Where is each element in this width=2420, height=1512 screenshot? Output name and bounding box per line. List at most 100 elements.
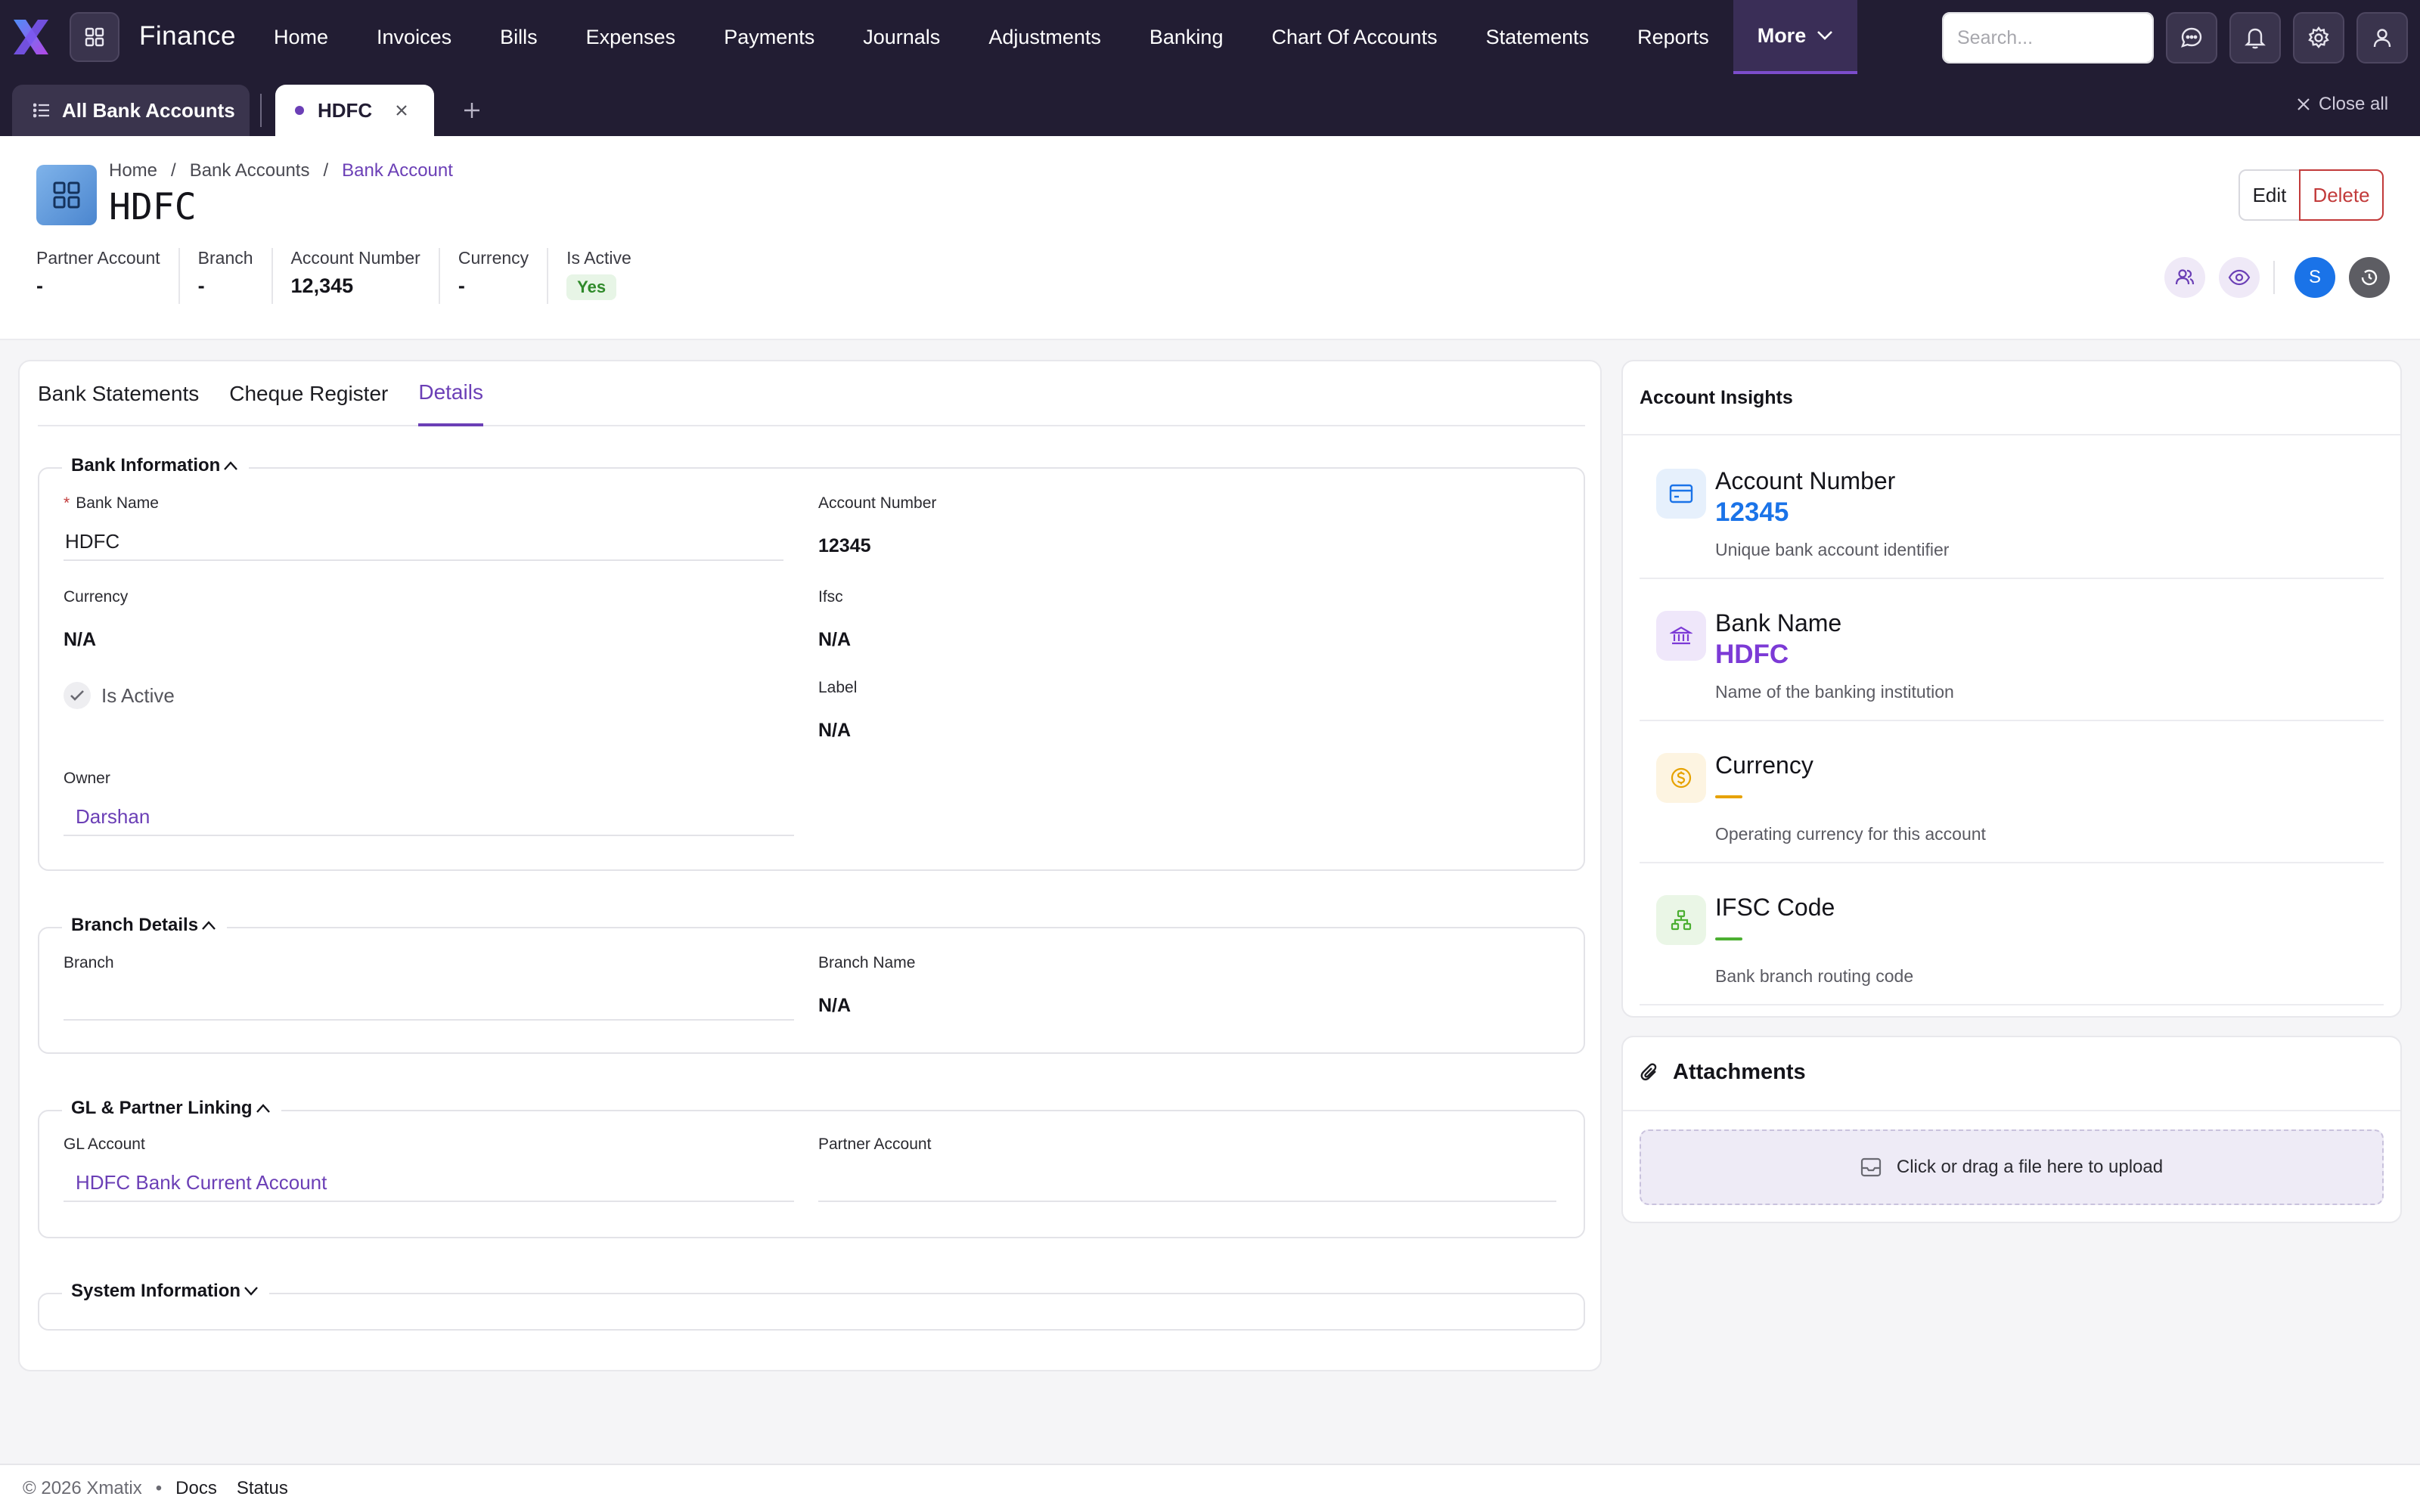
field-label: Branch xyxy=(64,954,114,971)
settings-button[interactable] xyxy=(2293,12,2344,64)
nav-payments[interactable]: Payments xyxy=(700,0,839,74)
file-upload-dropzone[interactable]: Click or drag a file here to upload xyxy=(1640,1129,2384,1205)
section-toggle[interactable]: System Information xyxy=(62,1281,270,1302)
field-label: GL Account xyxy=(64,1136,145,1153)
meta-branch: Branch - xyxy=(198,248,273,304)
attachments-card: Attachments Click or drag a file here to… xyxy=(1621,1036,2402,1223)
divider xyxy=(1623,1110,2400,1111)
insight-value: 12345 xyxy=(1715,497,1789,527)
field-label-text: Bank Name xyxy=(76,494,159,512)
section-toggle[interactable]: GL & Partner Linking xyxy=(62,1098,281,1119)
nav-adjustments[interactable]: Adjustments xyxy=(964,0,1125,74)
nav-invoices[interactable]: Invoices xyxy=(352,0,476,74)
insight-name: Bank Name xyxy=(1715,609,1842,637)
owner-link[interactable]: Darshan xyxy=(64,798,794,836)
delete-button[interactable]: Delete xyxy=(2299,169,2384,221)
tab-cheque-register[interactable]: Cheque Register xyxy=(229,361,388,426)
divider xyxy=(1623,434,2400,435)
user-menu-button[interactable] xyxy=(2356,12,2408,64)
tab-all-bank-accounts[interactable]: All Bank Accounts xyxy=(12,85,250,136)
tab-bank-statements[interactable]: Bank Statements xyxy=(38,361,199,426)
partner-account-input[interactable] xyxy=(818,1164,1556,1202)
field-label: Label N/A xyxy=(818,679,857,742)
required-marker: * xyxy=(64,494,70,512)
insight-value: HDFC xyxy=(1715,640,1789,669)
section-title: Branch Details xyxy=(71,915,199,935)
field-label: * Bank Name xyxy=(64,494,783,513)
nav-bills[interactable]: Bills xyxy=(476,0,562,74)
avatar[interactable]: S xyxy=(2294,257,2335,298)
search-input[interactable] xyxy=(1944,14,2152,62)
check-icon xyxy=(70,690,84,701)
empty-value-dash xyxy=(1715,937,1742,940)
tab-details[interactable]: Details xyxy=(418,361,483,426)
meta-label: Partner Account xyxy=(36,248,160,268)
insights-title: Account Insights xyxy=(1640,387,1793,408)
section-bank-information: Bank Information * Bank Name HDFC Account… xyxy=(38,455,1585,871)
insight-name: IFSC Code xyxy=(1715,894,1835,921)
watch-button[interactable] xyxy=(2219,257,2260,298)
users-icon xyxy=(2175,269,2195,285)
close-icon[interactable] xyxy=(395,104,408,117)
insight-description: Bank branch routing code xyxy=(1715,966,1914,986)
nav-statements[interactable]: Statements xyxy=(1462,0,1614,74)
field-value: 12345 xyxy=(818,535,871,556)
field-label: Owner xyxy=(64,770,110,787)
insight-name: Currency xyxy=(1715,751,1813,779)
insight-currency: Currency Operating currency for this acc… xyxy=(1640,721,2384,863)
meta-label: Currency xyxy=(458,248,529,268)
notifications-button[interactable] xyxy=(2229,12,2281,64)
footer-link-docs[interactable]: Docs xyxy=(175,1478,217,1499)
tab-hdfc[interactable]: HDFC xyxy=(275,85,434,136)
nav-journals[interactable]: Journals xyxy=(839,0,964,74)
edit-button[interactable]: Edit xyxy=(2238,169,2301,221)
add-tab-button[interactable] xyxy=(455,94,489,127)
nav-more[interactable]: More xyxy=(1733,0,1858,74)
footer-separator: • xyxy=(155,1478,163,1498)
insight-icon-wrap xyxy=(1656,611,1706,661)
breadcrumb-home[interactable]: Home xyxy=(109,160,157,181)
detail-tabs: Bank Statements Cheque Register Details xyxy=(38,361,1585,426)
chat-button[interactable] xyxy=(2166,12,2217,64)
breadcrumb-separator: / xyxy=(323,160,329,181)
meta-account-number: Account Number 12,345 xyxy=(291,248,440,304)
history-button[interactable] xyxy=(2349,257,2390,298)
footer-link-status[interactable]: Status xyxy=(237,1478,288,1499)
nav-chart-of-accounts[interactable]: Chart Of Accounts xyxy=(1247,0,1461,74)
section-branch-details: Branch Details Branch Branch Name N/A xyxy=(38,915,1585,1054)
xmatix-logo-icon[interactable] xyxy=(11,18,51,56)
assign-users-button[interactable] xyxy=(2164,257,2205,298)
meta-label: Is Active xyxy=(566,248,631,268)
field-label: Ifsc xyxy=(818,588,843,606)
inbox-icon xyxy=(1860,1157,1881,1177)
nav-reports[interactable]: Reports xyxy=(1613,0,1733,74)
section-title: GL & Partner Linking xyxy=(71,1098,253,1118)
is-active-checkbox[interactable]: Is Active xyxy=(64,682,175,709)
branch-input[interactable] xyxy=(64,983,794,1021)
empty-value-dash xyxy=(1715,795,1742,798)
insight-icon-wrap xyxy=(1656,753,1706,803)
nav-banking[interactable]: Banking xyxy=(1125,0,1248,74)
gl-account-link[interactable]: HDFC Bank Current Account xyxy=(64,1164,794,1202)
nav-expenses[interactable]: Expenses xyxy=(562,0,700,74)
close-all-button[interactable]: Close all xyxy=(2296,94,2388,115)
insight-ifsc-code: IFSC Code Bank branch routing code xyxy=(1640,863,2384,1005)
tab-divider xyxy=(260,94,262,127)
header-actions: S xyxy=(2164,257,2390,298)
nav-home[interactable]: Home xyxy=(250,0,352,74)
breadcrumb-bank-accounts[interactable]: Bank Accounts xyxy=(190,160,310,181)
network-icon xyxy=(1671,909,1692,931)
section-toggle[interactable]: Bank Information xyxy=(62,455,250,476)
field-branch: Branch xyxy=(64,954,794,1021)
app-name: Finance xyxy=(139,21,237,51)
meta-is-active: Is Active Yes xyxy=(566,248,650,304)
insight-bank-name: Bank Name HDFC Name of the banking insti… xyxy=(1640,579,2384,721)
grid-icon xyxy=(53,181,80,209)
top-navbar: Finance Home Invoices Bills Expenses Pay… xyxy=(0,0,2420,74)
chevron-up-icon xyxy=(202,921,216,930)
app-launcher-button[interactable] xyxy=(70,12,119,62)
bank-name-input[interactable]: HDFC xyxy=(64,523,783,561)
insight-description: Unique bank account identifier xyxy=(1715,540,1950,559)
checkbox[interactable] xyxy=(64,682,91,709)
section-toggle[interactable]: Branch Details xyxy=(62,915,228,936)
